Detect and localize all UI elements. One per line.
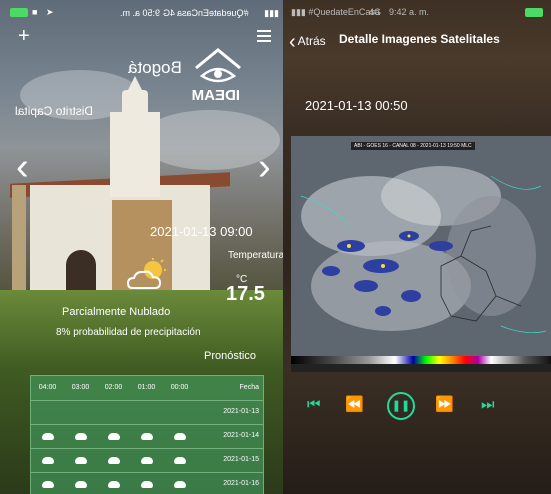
cloud-icon	[107, 433, 120, 440]
menu-icon[interactable]	[257, 30, 271, 45]
image-datetime: 2021-01-13 00:50	[305, 98, 408, 113]
satellite-map	[291, 136, 551, 372]
hour-cell: 03:00	[71, 384, 90, 391]
forecast-table: 04:00 03:00 02:00 01:00 00:00 Fecha 2021…	[30, 375, 264, 494]
ideam-logo: IDEAM	[192, 48, 241, 104]
forecast-date: 2021-01-15	[223, 456, 259, 463]
pause-icon[interactable]: ❚❚	[387, 392, 415, 420]
hour-cell: 04:00	[38, 384, 57, 391]
forecast-row: 2021-01-14	[31, 424, 263, 449]
plus-icon[interactable]: +	[18, 26, 30, 46]
status-bar: ■ ➤ 9:50 a. m. 4G #QuedateEnCasa ▮▮▮	[0, 6, 283, 20]
church-tower-top	[122, 90, 148, 114]
fast-forward-icon[interactable]: ⏩	[435, 394, 454, 416]
forecast-date: 2021-01-13	[223, 408, 259, 415]
date-column-header: Fecha	[239, 384, 259, 391]
signal-icon: ▮▮▮	[291, 7, 306, 17]
cloud-icon	[140, 457, 153, 464]
satellite-image: ABI - GOES 16 - CANAL 08 - 2021-01-13 19…	[291, 136, 551, 372]
department-name: Distrito Capital	[15, 104, 94, 118]
playback-controls: ⏮ ⏪ ❚❚ ⏩ ⏭	[291, 392, 551, 420]
temperature-value: 17.5	[226, 283, 265, 305]
forecast-row: 2021-01-16	[31, 472, 263, 494]
forecast-row: 2021-01-15	[31, 448, 263, 473]
back-label: Atrás	[297, 34, 326, 48]
church-tower	[110, 112, 160, 197]
hour-cell: 02:00	[104, 384, 123, 391]
color-scale-ticks	[291, 364, 551, 372]
weather-screen: ■ ➤ 9:50 a. m. 4G #QuedateEnCasa ▮▮▮ + I…	[0, 0, 283, 494]
rewind-icon[interactable]: ⏪	[345, 394, 364, 416]
satellite-header: ABI - GOES 16 - CANAL 08 - 2021-01-13 19…	[351, 142, 475, 150]
cloud-icon	[41, 481, 54, 488]
chevron-left-icon[interactable]: ‹	[16, 148, 29, 186]
stone-pillar	[12, 185, 26, 305]
cloud-icon	[140, 433, 153, 440]
cloud-icon	[173, 481, 186, 488]
location-icon: ➤	[46, 7, 54, 17]
skip-end-icon[interactable]: ⏭	[481, 394, 495, 416]
cloud-icon	[107, 457, 120, 464]
status-carrier: #QuedateEnCasa	[177, 8, 249, 18]
status-time: 9:42 a. m.	[389, 7, 430, 17]
status-network: 4G	[369, 7, 382, 17]
logo-text: IDEAM	[192, 87, 240, 104]
color-scale-bar	[291, 356, 551, 364]
cloud-icon	[140, 481, 153, 488]
forecast-header-row: 04:00 03:00 02:00 01:00 00:00 Fecha	[31, 376, 263, 401]
cloud-icon	[173, 457, 186, 464]
skip-start-icon[interactable]: ⏮	[307, 394, 321, 416]
forecast-row: 2021-01-13	[31, 400, 263, 425]
record-icon: ■	[32, 7, 38, 17]
temperature-label: Temperatura	[228, 250, 283, 261]
forecast-title: Pronóstico	[204, 350, 256, 362]
forecast-date: 2021-01-14	[223, 432, 259, 439]
cloud-icon	[107, 481, 120, 488]
satellite-detail-screen: ▮▮▮ #QuedateEnCasa 4G 9:42 a. m. ‹ Atrás …	[283, 0, 551, 494]
chevron-right-icon[interactable]: ›	[258, 148, 271, 186]
hour-cell: 00:00	[170, 384, 189, 391]
reading-datetime: 2021-01-13 09:00	[150, 224, 253, 239]
cloud-icon	[173, 433, 186, 440]
status-time: 9:50 a. m.	[120, 8, 161, 18]
precip-probability: 8% probabilidad de precipitación	[56, 327, 201, 338]
status-network: 4G	[162, 8, 175, 18]
battery-icon	[10, 8, 28, 17]
signal-icon: ▮▮▮	[264, 8, 279, 18]
city-name: Bogotá	[128, 58, 182, 77]
battery-icon	[525, 8, 543, 17]
cloud-icon	[74, 481, 87, 488]
chevron-left-icon: ‹	[289, 31, 296, 53]
condition-text: Parcialmente Nublado	[62, 306, 171, 318]
status-bar: ▮▮▮ #QuedateEnCasa 4G 9:42 a. m.	[283, 6, 551, 20]
cloud-icon	[41, 457, 54, 464]
forecast-date: 2021-01-16	[223, 480, 259, 487]
cloud-icon	[41, 433, 54, 440]
partly-cloudy-icon	[126, 258, 166, 289]
back-button[interactable]: ‹ Atrás	[289, 31, 326, 54]
page-title: Detalle Imagenes Satelitales	[339, 32, 500, 46]
cloud-icon	[74, 433, 87, 440]
hour-cell: 01:00	[137, 384, 156, 391]
church-spire	[127, 76, 143, 92]
cloud-icon	[74, 457, 87, 464]
